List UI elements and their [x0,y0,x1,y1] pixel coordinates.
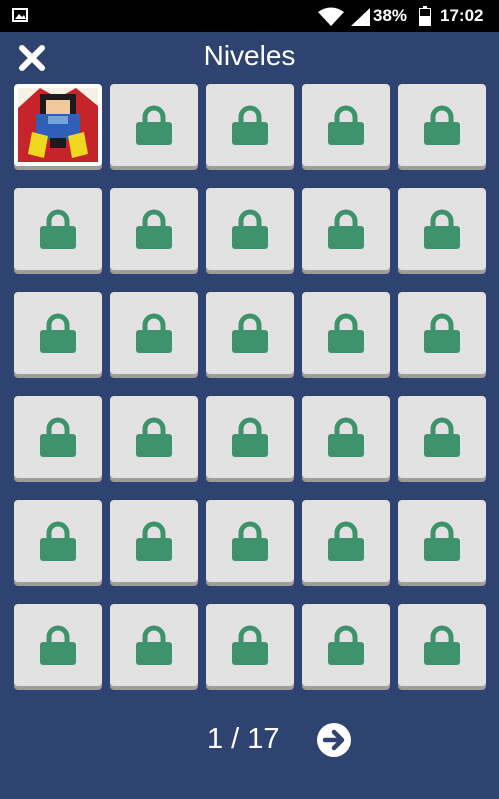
lock-icon [40,313,76,353]
lock-icon [136,105,172,145]
battery-percent: 38% [373,6,408,25]
lock-icon [424,209,460,249]
lock-icon [136,313,172,353]
page-title: Niveles [203,40,296,71]
level-tile[interactable] [398,84,486,166]
level-tile[interactable] [302,292,390,374]
lock-icon [40,521,76,561]
level-tile[interactable] [206,188,294,270]
level-tile[interactable] [206,604,294,686]
level-tile[interactable] [110,604,198,686]
lock-icon [40,625,76,665]
signal-icon [351,8,370,26]
lock-icon [232,105,268,145]
header: Niveles [0,32,499,84]
lock-icon [136,417,172,457]
lock-icon [424,313,460,353]
lock-icon [328,417,364,457]
level-tile[interactable] [302,188,390,270]
lock-icon [40,209,76,249]
level-tile[interactable] [14,84,102,166]
level-tile[interactable] [302,396,390,478]
level-tile[interactable] [206,84,294,166]
lock-icon [328,521,364,561]
level-tile[interactable] [110,396,198,478]
lock-icon [232,417,268,457]
wifi-icon [318,7,344,26]
level-tile[interactable] [14,604,102,686]
lock-icon [232,625,268,665]
level-tile[interactable] [302,84,390,166]
lock-icon [424,625,460,665]
lock-icon [328,209,364,249]
page-indicator: 1 / 17 [207,723,280,755]
lock-icon [328,625,364,665]
level-tile[interactable] [398,188,486,270]
level-tile[interactable] [110,292,198,374]
lock-icon [328,105,364,145]
lock-icon [232,313,268,353]
level-tile[interactable] [110,84,198,166]
level-tile[interactable] [302,604,390,686]
battery-icon [419,6,431,26]
level-tile[interactable] [14,292,102,374]
lock-icon [136,521,172,561]
image-icon [12,8,28,22]
lock-icon [424,417,460,457]
arrow-right-circle-icon[interactable] [316,722,352,758]
level-tile[interactable] [206,500,294,582]
level-tile[interactable] [206,292,294,374]
level-tile[interactable] [398,604,486,686]
lock-icon [40,417,76,457]
level-tile[interactable] [110,188,198,270]
level-tile[interactable] [398,396,486,478]
level-tile[interactable] [206,396,294,478]
level-tile[interactable] [14,500,102,582]
level-tile[interactable] [110,500,198,582]
level-tile[interactable] [302,500,390,582]
pager: 1 / 17 [0,720,499,760]
level-thumbnail [18,88,98,162]
level-tile[interactable] [398,292,486,374]
status-bar: 38% 17:02 [0,0,499,32]
lock-icon [424,521,460,561]
level-tile[interactable] [14,396,102,478]
lock-icon [136,209,172,249]
level-tile[interactable] [14,188,102,270]
clock: 17:02 [440,6,484,25]
lock-icon [232,209,268,249]
level-tile[interactable] [398,500,486,582]
lock-icon [424,105,460,145]
lock-icon [328,313,364,353]
lock-icon [136,625,172,665]
level-grid [14,84,486,686]
lock-icon [232,521,268,561]
